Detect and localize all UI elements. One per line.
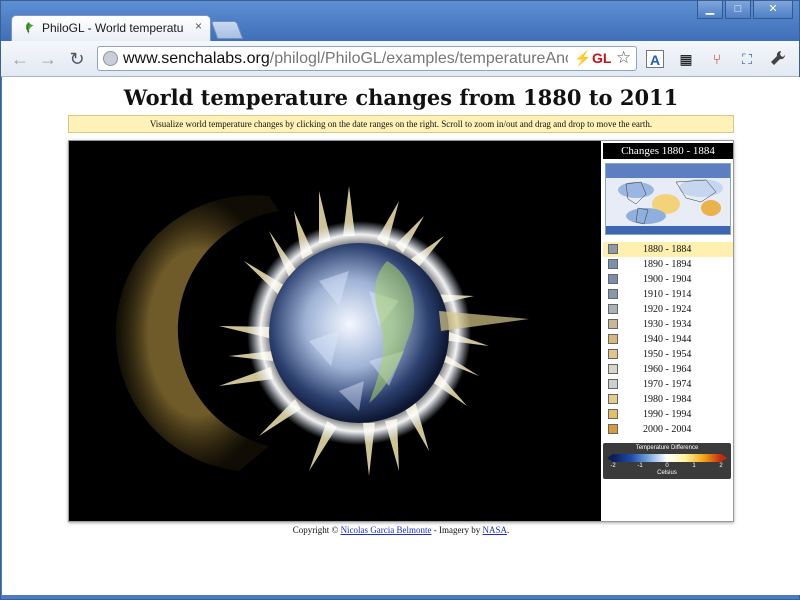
date-range-item[interactable]: 2000 - 2004 bbox=[603, 422, 733, 437]
window-bottom-border bbox=[1, 595, 799, 599]
range-color-swatch bbox=[608, 424, 618, 434]
tab-title: PhiloGL - World temperatu bbox=[42, 21, 184, 35]
browser-window: PhiloGL - World temperatu × ▁ □ ✕ ← → ↻ … bbox=[0, 0, 800, 600]
range-label: 1950 - 1954 bbox=[643, 349, 692, 360]
wrench-icon[interactable] bbox=[769, 50, 787, 68]
share-icon[interactable]: ⑂ bbox=[708, 50, 726, 68]
copyright-prefix: Copyright © bbox=[292, 525, 341, 535]
range-color-swatch bbox=[608, 259, 618, 269]
legend-tick: 0 bbox=[665, 463, 669, 469]
legend-unit: Celsius bbox=[657, 470, 677, 476]
qr-code-icon[interactable]: ▦ bbox=[677, 50, 695, 68]
bookmark-star-icon[interactable]: ☆ bbox=[616, 48, 631, 68]
url-host: www.senchalabs.org bbox=[123, 50, 270, 67]
browser-tab[interactable]: PhiloGL - World temperatu × bbox=[11, 15, 211, 41]
gl-badge-icon[interactable]: GL bbox=[592, 50, 611, 66]
range-label: 1890 - 1894 bbox=[643, 259, 692, 270]
date-range-item[interactable]: 1990 - 1994 bbox=[603, 407, 733, 422]
spike-east bbox=[439, 311, 529, 331]
date-range-sidebar: Changes 1880 - 1884 1880 - 1884 1890 - 1… bbox=[601, 141, 733, 521]
selected-range-header: Changes 1880 - 1884 bbox=[603, 143, 733, 159]
range-color-swatch bbox=[608, 244, 618, 254]
lightning-icon[interactable]: ⚡ bbox=[574, 50, 591, 67]
close-window-button[interactable]: ✕ bbox=[753, 1, 793, 19]
wrench-glyph-icon bbox=[771, 50, 786, 65]
date-range-item[interactable]: 1950 - 1954 bbox=[603, 347, 733, 362]
date-range-list: 1880 - 1884 1890 - 1894 1900 - 1904 1910… bbox=[603, 242, 733, 437]
legend-tick: -1 bbox=[637, 463, 643, 469]
maximize-button[interactable]: □ bbox=[725, 1, 751, 19]
browser-toolbar: ← → ↻ www.senchalabs.org/philogl/PhiloGL… bbox=[1, 41, 799, 77]
legend-tick: 2 bbox=[719, 463, 723, 469]
range-color-swatch bbox=[608, 319, 618, 329]
legend-tick: 1 bbox=[692, 463, 696, 469]
date-range-item[interactable]: 1960 - 1964 bbox=[603, 362, 733, 377]
legend-tick: -2 bbox=[610, 463, 616, 469]
new-tab-button[interactable] bbox=[210, 21, 244, 39]
minimize-button[interactable]: ▁ bbox=[697, 1, 723, 19]
world-map-thumbnail bbox=[606, 164, 730, 234]
temperature-legend: Temperature Difference -2 -1 0 1 2 Celsi… bbox=[603, 443, 731, 479]
range-label: 1960 - 1964 bbox=[643, 364, 692, 375]
copyright-suffix: . bbox=[507, 525, 510, 535]
imagery-prefix: - Imagery by bbox=[431, 525, 483, 535]
legend-color-scale bbox=[613, 454, 721, 462]
date-range-item[interactable]: 1940 - 1944 bbox=[603, 332, 733, 347]
date-range-item[interactable]: 1880 - 1884 bbox=[603, 242, 733, 257]
tab-strip: PhiloGL - World temperatu × ▁ □ ✕ bbox=[1, 1, 799, 41]
range-color-swatch bbox=[608, 334, 618, 344]
range-label: 1900 - 1904 bbox=[643, 274, 692, 285]
reload-button[interactable]: ↻ bbox=[66, 48, 88, 70]
date-range-item[interactable]: 1890 - 1894 bbox=[603, 257, 733, 272]
range-label: 1880 - 1884 bbox=[643, 244, 692, 255]
author-link[interactable]: Nicolas Garcia Belmonte bbox=[341, 525, 432, 535]
translate-icon[interactable]: A bbox=[646, 50, 664, 68]
legend-arrow-right-icon bbox=[721, 454, 727, 462]
range-label: 1990 - 1994 bbox=[643, 409, 692, 420]
globe-icon bbox=[103, 51, 118, 66]
date-range-item[interactable]: 1920 - 1924 bbox=[603, 302, 733, 317]
range-label: 1920 - 1924 bbox=[643, 304, 692, 315]
range-color-swatch bbox=[608, 274, 618, 284]
range-label: 1930 - 1934 bbox=[643, 319, 692, 330]
date-range-item[interactable]: 1970 - 1974 bbox=[603, 377, 733, 392]
instructions-bar: Visualize world temperature changes by c… bbox=[68, 115, 734, 133]
forward-button[interactable]: → bbox=[37, 48, 59, 70]
date-range-item[interactable]: 1980 - 1984 bbox=[603, 392, 733, 407]
window-controls: ▁ □ ✕ bbox=[695, 1, 793, 19]
range-color-swatch bbox=[608, 289, 618, 299]
visualization-panel: Changes 1880 - 1884 1880 - 1884 1890 - 1… bbox=[68, 140, 734, 522]
tab-close-icon[interactable]: × bbox=[195, 19, 202, 33]
range-color-swatch bbox=[608, 364, 618, 374]
date-range-item[interactable]: 1910 - 1914 bbox=[603, 287, 733, 302]
range-label: 1980 - 1984 bbox=[643, 394, 692, 405]
range-label: 1910 - 1914 bbox=[643, 289, 692, 300]
date-range-item[interactable]: 1930 - 1934 bbox=[603, 317, 733, 332]
address-bar[interactable]: www.senchalabs.org/philogl/PhiloGL/examp… bbox=[97, 46, 637, 71]
philogl-favicon-icon bbox=[26, 22, 34, 34]
page-title: World temperature changes from 1880 to 2… bbox=[123, 85, 679, 110]
legend-ticks: -2 -1 0 1 2 bbox=[610, 463, 723, 470]
fullscreen-icon[interactable]: ⛶ bbox=[738, 50, 756, 68]
range-label: 1940 - 1944 bbox=[643, 334, 692, 345]
copyright-footer: Copyright © Nicolas Garcia Belmonte - Im… bbox=[2, 525, 800, 535]
back-button[interactable]: ← bbox=[9, 48, 31, 70]
range-color-swatch bbox=[608, 379, 618, 389]
legend-title: Temperature Difference bbox=[635, 445, 699, 451]
range-color-swatch bbox=[608, 409, 618, 419]
range-color-swatch bbox=[608, 304, 618, 314]
anomaly-map-thumbnail bbox=[605, 163, 731, 235]
range-color-swatch bbox=[608, 394, 618, 404]
date-range-item[interactable]: 1900 - 1904 bbox=[603, 272, 733, 287]
url-text[interactable]: www.senchalabs.org/philogl/PhiloGL/examp… bbox=[123, 50, 568, 68]
range-label: 1970 - 1974 bbox=[643, 379, 692, 390]
earth-globe-render bbox=[115, 186, 529, 476]
nasa-link[interactable]: NASA bbox=[483, 525, 508, 535]
web-page: World temperature changes from 1880 to 2… bbox=[2, 77, 800, 595]
range-label: 2000 - 2004 bbox=[643, 424, 692, 435]
range-color-swatch bbox=[608, 349, 618, 359]
globe-canvas[interactable] bbox=[69, 141, 601, 521]
url-path: /philogl/PhiloGL/examples/temperatureAno… bbox=[269, 50, 568, 67]
